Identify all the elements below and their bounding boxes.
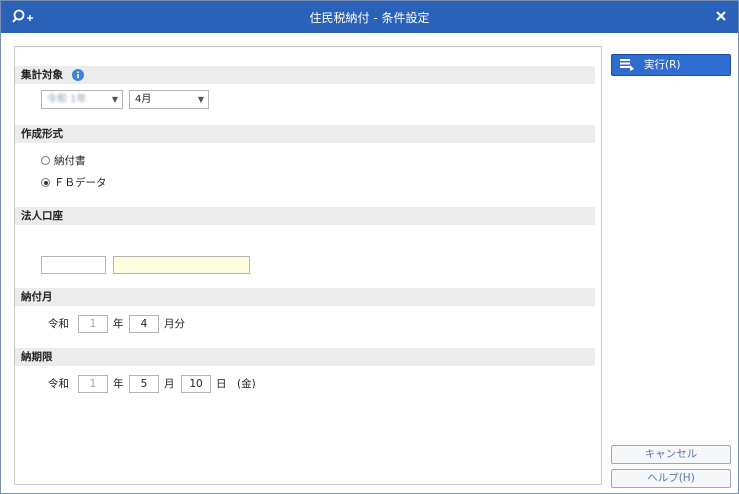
- account-header: 法人口座: [15, 207, 595, 225]
- deadline-year-unit: 年: [113, 378, 124, 390]
- format-option-fb-label: ＦＢデータ: [54, 177, 107, 189]
- chevron-down-icon: ▼: [197, 95, 204, 104]
- payment-month-field[interactable]: 4: [129, 315, 159, 333]
- execute-button-label: 実行(R): [644, 59, 681, 71]
- aggregation-header: 集計対象: [15, 66, 595, 84]
- cancel-button[interactable]: キャンセル: [611, 445, 731, 464]
- deadline-day-field[interactable]: 10: [181, 375, 211, 393]
- radio-invoice[interactable]: [41, 156, 50, 165]
- dialog-window: 住民税納付 - 条件設定 集計対象 令和 1年 ▼ 4月 ▼ 作成形式 納付書 …: [0, 0, 739, 494]
- payment-year-unit: 年: [113, 318, 124, 330]
- deadline-year-field[interactable]: 1: [78, 375, 108, 393]
- execute-button[interactable]: 実行(R): [611, 54, 731, 76]
- format-option-invoice[interactable]: 納付書: [41, 153, 86, 168]
- radio-fb[interactable]: [41, 178, 50, 187]
- target-month-value: 4月: [135, 94, 152, 105]
- close-icon[interactable]: [712, 7, 730, 25]
- account-code-field[interactable]: [41, 256, 106, 274]
- deadline-month-unit: 月: [164, 378, 175, 390]
- info-icon[interactable]: [71, 69, 84, 81]
- payment-month-unit: 月分: [164, 318, 185, 330]
- target-year-select[interactable]: 令和 1年 ▼: [41, 90, 123, 109]
- deadline-era-label: 令和: [48, 378, 69, 390]
- payment-year-field[interactable]: 1: [78, 315, 108, 333]
- payment-month-header: 納付月: [15, 288, 595, 306]
- deadline-header: 納期限: [15, 348, 595, 366]
- payment-era-label: 令和: [48, 318, 69, 330]
- format-header: 作成形式: [15, 125, 595, 143]
- deadline-weekday: (金): [237, 378, 256, 390]
- aggregation-header-label: 集計対象: [21, 69, 63, 81]
- format-option-fb[interactable]: ＦＢデータ: [41, 175, 107, 190]
- execute-icon: [620, 59, 634, 71]
- format-option-invoice-label: 納付書: [54, 155, 86, 167]
- title-bar: 住民税納付 - 条件設定: [1, 1, 738, 33]
- window-title: 住民税納付 - 条件設定: [309, 11, 430, 25]
- target-month-select[interactable]: 4月 ▼: [129, 90, 209, 109]
- chevron-down-icon: ▼: [111, 95, 118, 104]
- deadline-day-unit: 日: [216, 378, 227, 390]
- account-name-field[interactable]: [113, 256, 250, 274]
- help-button[interactable]: ヘルプ(H): [611, 469, 731, 488]
- target-year-value: 令和 1年: [47, 94, 87, 105]
- deadline-month-field[interactable]: 5: [129, 375, 159, 393]
